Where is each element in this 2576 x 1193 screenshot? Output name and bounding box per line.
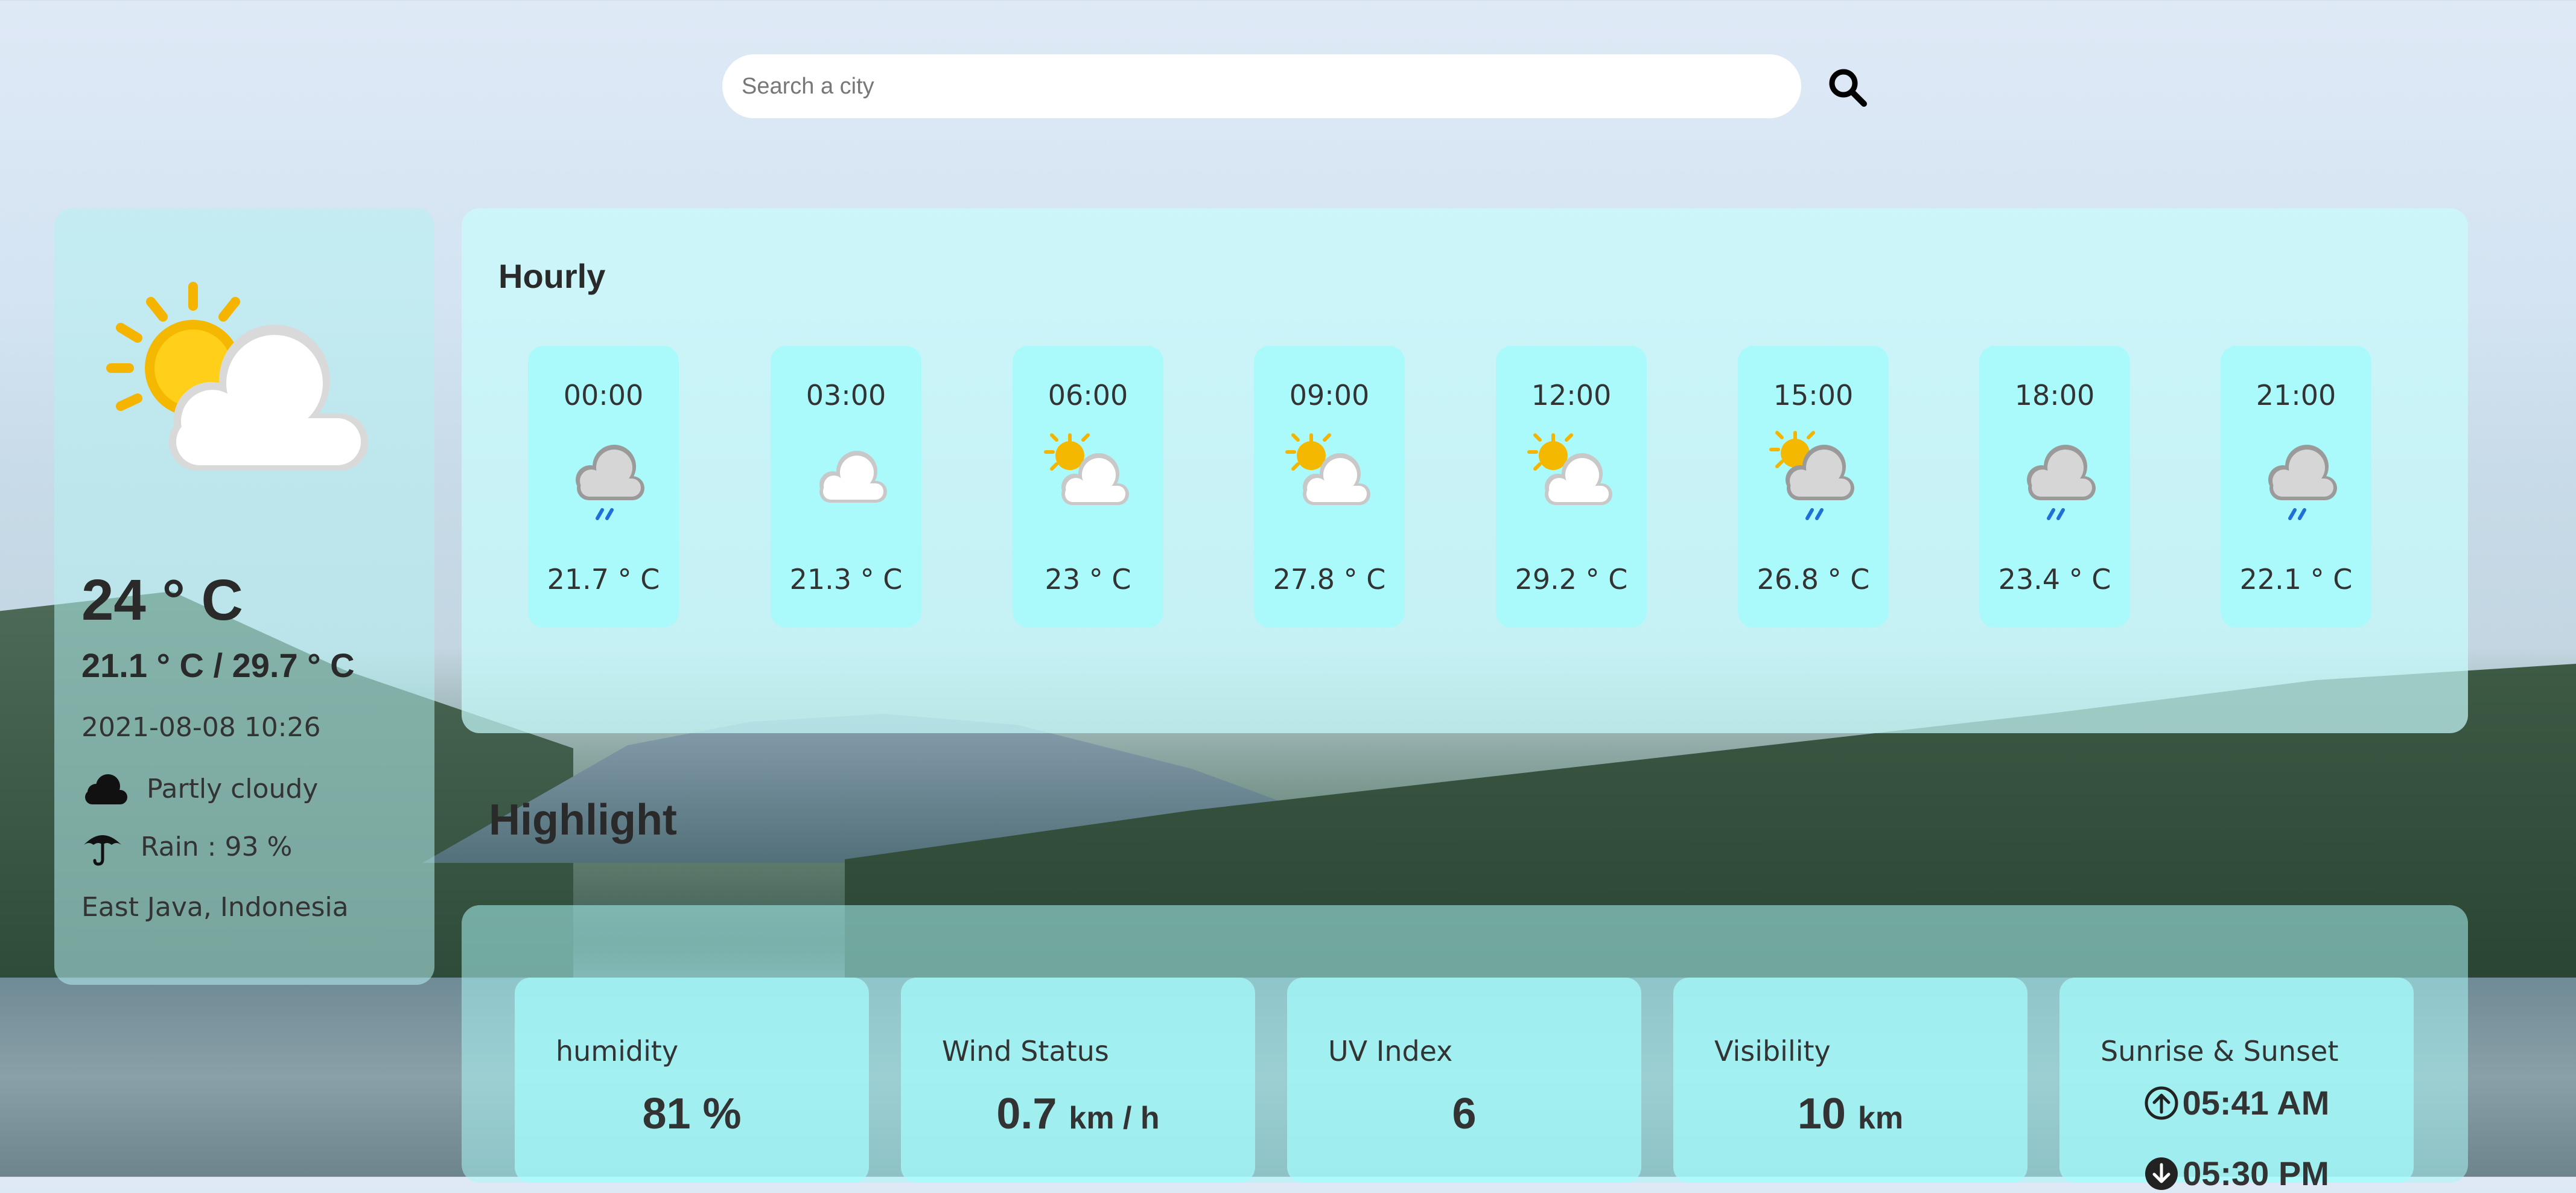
condition-row: Partly cloudy: [81, 768, 318, 810]
condition-text: Partly cloudy: [147, 773, 319, 804]
hour-time: 18:00: [2014, 379, 2095, 412]
sun-cloud-icon: [1285, 433, 1370, 505]
hour-card[interactable]: 18:00 23.4 ° C: [1979, 346, 2130, 628]
hour-temp: 21.3 ° C: [789, 563, 903, 596]
moon-cloud-icon: [813, 430, 887, 503]
temperature-range: 21.1 ° C / 29.7 ° C: [81, 646, 355, 684]
hourly-title: Hourly: [498, 257, 606, 295]
uv-card: UV Index 6: [1287, 978, 1641, 1183]
hour-time: 00:00: [563, 379, 644, 412]
hour-card[interactable]: 15:00 26.8 ° C: [1738, 346, 1889, 628]
wind-card: Wind Status 0.7 km / h: [901, 978, 1255, 1183]
sun-card: Sunrise & Sunset 05:41 AM 05:30 PM: [2059, 978, 2414, 1192]
current-temperature: 24 ° C: [81, 568, 243, 632]
highlight-title: Highlight: [489, 796, 677, 844]
hour-temp: 22.1 ° C: [2239, 563, 2353, 596]
umbrella-icon: [84, 835, 121, 866]
hour-temp: 27.8 ° C: [1273, 563, 1386, 596]
wind-label: Wind Status: [942, 1035, 1109, 1067]
sun-cloud-icon: [1527, 433, 1612, 505]
hour-card[interactable]: 03:00 21.3 ° C: [771, 346, 921, 628]
search-icon: [1829, 69, 1867, 107]
moon-cloud-rain-icon: [2263, 430, 2337, 520]
rain-row: Rain : 93 %: [81, 826, 292, 868]
sunset-time: 05:30 PM: [2183, 1154, 2329, 1192]
visibility-unit: km: [1857, 1101, 1904, 1136]
hour-time: 06:00: [1048, 379, 1128, 412]
visibility-value: 10: [1797, 1090, 1846, 1138]
visibility-label: Visibility: [1714, 1035, 1831, 1067]
location-text: East Java, Indonesia: [81, 892, 349, 923]
hour-temp: 26.8 ° C: [1757, 563, 1870, 596]
wind-unit: km / h: [1069, 1101, 1160, 1136]
search-bar: [722, 54, 2525, 118]
humidity-value: 81 %: [642, 1090, 742, 1138]
wind-value-row: 0.7 km / h: [901, 1089, 1255, 1139]
hour-card[interactable]: 09:00 27.8 ° C: [1254, 346, 1405, 628]
uv-value: 6: [1452, 1090, 1477, 1138]
hourly-panel: [462, 208, 2468, 733]
humidity-label: humidity: [556, 1035, 679, 1067]
sun-behind-cloud-icon: [106, 282, 368, 471]
wind-value: 0.7: [996, 1090, 1057, 1138]
hour-time: 09:00: [1289, 379, 1370, 412]
uv-label: UV Index: [1328, 1035, 1453, 1067]
hour-time: 03:00: [806, 379, 886, 412]
hour-time: 12:00: [1531, 379, 1612, 412]
hour-temp: 23 ° C: [1045, 563, 1131, 596]
moon-cloud-rain-icon: [2021, 430, 2096, 520]
sunset-row: 05:30 PM: [2059, 1154, 2414, 1193]
hour-time: 15:00: [1773, 379, 1854, 412]
hour-time: 21:00: [2256, 379, 2336, 412]
sun-label: Sunrise & Sunset: [2101, 1035, 2339, 1067]
humidity-card: humidity 81 %: [515, 978, 869, 1183]
current-datetime: 2021-08-08 10:26: [81, 712, 321, 743]
hour-card[interactable]: 00:00 21.7 ° C: [528, 346, 679, 628]
hour-temp: 21.7 ° C: [547, 563, 660, 596]
cloud-icon: [85, 774, 127, 804]
visibility-card: Visibility 10 km: [1673, 978, 2027, 1183]
hour-card[interactable]: 12:00 29.2 ° C: [1496, 346, 1647, 628]
search-input[interactable]: [722, 54, 1801, 118]
hour-card[interactable]: 21:00 22.1 ° C: [2221, 346, 2371, 628]
arrow-down-circle-icon: [2145, 1157, 2178, 1190]
sunrise-row: 05:41 AM: [2059, 1083, 2414, 1122]
moon-cloud-rain-icon: [570, 430, 644, 520]
hour-temp: 23.4 ° C: [1998, 563, 2111, 596]
hour-card[interactable]: 06:00 23 ° C: [1013, 346, 1163, 628]
arrow-up-circle-icon: [2145, 1086, 2178, 1119]
sun-cloud-icon: [1044, 433, 1129, 505]
hour-temp: 29.2 ° C: [1515, 563, 1628, 596]
sunrise-time: 05:41 AM: [2182, 1084, 2330, 1122]
sun-cloud-rain-icon: [1769, 431, 1854, 520]
rain-text: Rain : 93 %: [141, 831, 293, 862]
visibility-value-row: 10 km: [1673, 1089, 2027, 1139]
search-button[interactable]: [1828, 68, 1868, 107]
